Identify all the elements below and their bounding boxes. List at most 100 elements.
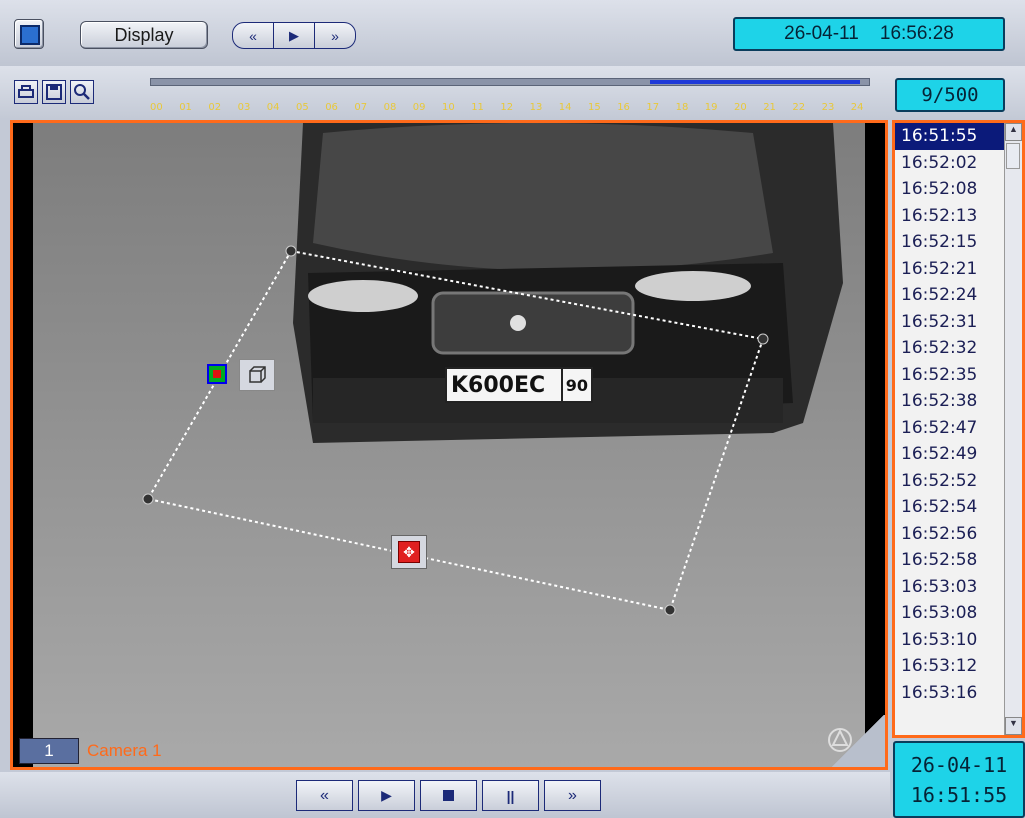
camera-number: 1 bbox=[44, 741, 54, 760]
cube-3d-icon[interactable] bbox=[239, 359, 275, 391]
zone-vertex-handle[interactable] bbox=[285, 245, 297, 257]
camera-name: Camera 1 bbox=[87, 741, 162, 760]
list-scrollbar[interactable]: ▲ ▼ bbox=[1004, 123, 1022, 735]
timeline-bar: 00 01 02 03 04 05 06 07 08 09 10 11 12 13 14 15 16 17 18 19… bbox=[0, 66, 1025, 118]
print-button[interactable] bbox=[14, 80, 38, 104]
magnifier-icon bbox=[74, 84, 90, 100]
timeline-hour-label: 12 bbox=[500, 102, 514, 113]
time-list-item[interactable]: 16:52:54 bbox=[895, 494, 1005, 521]
datetime-text: 26-04-11 16:56:28 bbox=[784, 23, 954, 44]
timeline-hour-label: 22 bbox=[792, 102, 806, 113]
play-frame-button[interactable]: ▶ bbox=[274, 23, 315, 48]
time-list-item[interactable]: 16:52:58 bbox=[895, 547, 1005, 574]
time-list-item[interactable]: 16:52:15 bbox=[895, 229, 1005, 256]
time-list-item[interactable]: 16:51:55 bbox=[895, 123, 1005, 150]
play-icon: ▶ bbox=[289, 27, 299, 43]
timeline-hour-label: 03 bbox=[237, 102, 251, 113]
camera-number-badge: 1 bbox=[19, 738, 79, 764]
stop-icon bbox=[443, 790, 454, 801]
timeline-hour-label: 08 bbox=[383, 102, 397, 113]
zone-vertex-handle[interactable] bbox=[142, 493, 154, 505]
time-items-container: 16:51:55 16:52:02 16:52:08 16:52:13 16:52:15… bbox=[895, 123, 1005, 706]
timeline-hour-label: 01 bbox=[179, 102, 192, 113]
time-list-item[interactable]: 16:53:12 bbox=[895, 653, 1005, 680]
timeline-hour-label: 10 bbox=[442, 102, 455, 113]
timeline-recorded-range bbox=[650, 80, 860, 84]
display-button[interactable]: Display bbox=[80, 21, 208, 49]
move-zone-icon[interactable]: ✥ bbox=[391, 535, 427, 569]
time-list-item[interactable]: 16:52:24 bbox=[895, 282, 1005, 309]
zone-vertex-handle[interactable] bbox=[664, 604, 676, 616]
zone-vertex-handle[interactable] bbox=[757, 333, 769, 345]
next-button[interactable]: » bbox=[544, 780, 601, 811]
save-button[interactable] bbox=[42, 80, 66, 104]
timeline-hour-label: 16 bbox=[617, 102, 630, 113]
event-time-list: 16:51:55 16:52:02 16:52:08 16:52:13 16:52:15… bbox=[892, 120, 1025, 738]
time-list-item[interactable]: 16:52:13 bbox=[895, 203, 1005, 230]
double-right-icon: » bbox=[568, 786, 577, 804]
scroll-thumb[interactable] bbox=[1006, 143, 1020, 169]
frame-nav-group: « ▶ » bbox=[232, 22, 356, 49]
time-list-item[interactable]: 16:53:03 bbox=[895, 574, 1005, 601]
stop-button[interactable] bbox=[420, 780, 477, 811]
top-toolbar: Display « ▶ » 26-04-11 16:56:28 bbox=[0, 0, 1025, 68]
time-list-item[interactable]: 16:52:47 bbox=[895, 415, 1005, 442]
timeline-hour-label: 04 bbox=[266, 102, 280, 113]
pause-button[interactable]: || bbox=[482, 780, 539, 811]
time-list-item[interactable]: 16:52:31 bbox=[895, 309, 1005, 336]
scroll-up-button[interactable]: ▲ bbox=[1005, 123, 1022, 141]
selected-datetime-display: 26-04-11 16:51:55 bbox=[893, 741, 1025, 818]
time-list-item[interactable]: 16:52:56 bbox=[895, 521, 1005, 548]
double-right-icon: » bbox=[331, 27, 339, 44]
time-list-item[interactable]: 16:52:32 bbox=[895, 335, 1005, 362]
zone-color-icon[interactable] bbox=[207, 364, 227, 384]
time-list-item[interactable]: 16:52:49 bbox=[895, 441, 1005, 468]
selected-date: 26-04-11 bbox=[910, 752, 1008, 777]
time-list-item[interactable]: 16:52:02 bbox=[895, 150, 1005, 177]
frame-counter-text: 9/500 bbox=[921, 84, 979, 106]
datetime-display: 26-04-11 16:56:28 bbox=[733, 17, 1005, 51]
time-list-item[interactable]: 16:52:52 bbox=[895, 468, 1005, 495]
time-list-item[interactable]: 16:52:08 bbox=[895, 176, 1005, 203]
frame-counter: 9/500 bbox=[895, 78, 1005, 112]
time-list-item[interactable]: 16:52:35 bbox=[895, 362, 1005, 389]
time-list-item[interactable]: 16:53:16 bbox=[895, 680, 1005, 707]
timeline-hour-label: 09 bbox=[412, 102, 426, 113]
timeline-hour-label: 24 bbox=[850, 102, 864, 113]
timeline-hour-label: 05 bbox=[296, 102, 309, 113]
selected-time: 16:51:55 bbox=[910, 782, 1008, 807]
timeline-hour-label: 19 bbox=[704, 102, 718, 113]
timeline-hour-label: 15 bbox=[588, 102, 601, 113]
view-mode-button[interactable] bbox=[14, 19, 44, 49]
display-label: Display bbox=[114, 24, 174, 45]
double-left-icon: « bbox=[249, 27, 257, 44]
timeline-hour-label: 20 bbox=[734, 102, 747, 113]
forward-button[interactable]: » bbox=[315, 23, 355, 48]
timeline-hour-label: 11 bbox=[471, 102, 484, 113]
time-list-item[interactable]: 16:52:38 bbox=[895, 388, 1005, 415]
floppy-icon bbox=[46, 84, 62, 100]
play-button[interactable]: ▶ bbox=[358, 780, 415, 811]
rewind-button[interactable]: « bbox=[233, 23, 274, 48]
timeline-hour-label: 06 bbox=[325, 102, 338, 113]
time-list-item[interactable]: 16:53:08 bbox=[895, 600, 1005, 627]
timeline-hour-label: 07 bbox=[354, 102, 368, 113]
double-left-icon: « bbox=[320, 786, 329, 804]
timeline-hour-label: 02 bbox=[208, 102, 222, 113]
prev-button[interactable]: « bbox=[296, 780, 353, 811]
search-button[interactable] bbox=[70, 80, 94, 104]
timeline-hour-label: 13 bbox=[529, 102, 543, 113]
scroll-down-button[interactable]: ▼ bbox=[1005, 717, 1022, 735]
time-list-item[interactable]: 16:52:21 bbox=[895, 256, 1005, 283]
time-list-item[interactable]: 16:53:10 bbox=[895, 627, 1005, 654]
pause-icon: || bbox=[506, 787, 515, 804]
play-icon: ▶ bbox=[381, 787, 392, 803]
square-icon bbox=[20, 25, 40, 45]
resize-corner-icon[interactable] bbox=[831, 715, 885, 767]
timeline-hour-label: 14 bbox=[558, 102, 572, 113]
video-viewport[interactable]: K600EC 90 ✥ 1 Camera 1 bbox=[10, 120, 888, 770]
timeline-hour-label: 18 bbox=[675, 102, 689, 113]
detection-zone[interactable] bbox=[13, 123, 885, 767]
timeline-track[interactable]: 00 01 02 03 04 05 06 07 08 09 10 11 12 13 14 15 16 17 18 19… bbox=[150, 74, 870, 118]
timeline-hour-label: 00 bbox=[150, 102, 163, 113]
